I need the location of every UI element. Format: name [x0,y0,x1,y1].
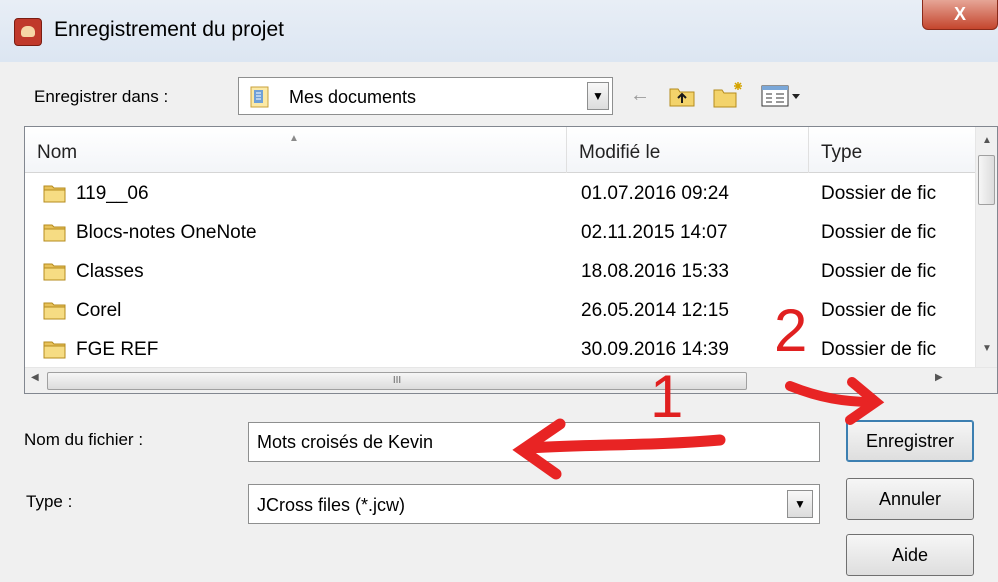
scroll-left-icon[interactable]: ◀ [31,372,39,383]
horizontal-scroll-thumb[interactable]: III [47,372,747,390]
help-button[interactable]: Aide [846,534,974,576]
file-list[interactable]: Nom ▲ Modifié le Type 119__06 01.07.2016 … [24,126,998,394]
folder-icon [43,341,66,359]
file-name: FGE REF [76,339,159,360]
column-header-modified[interactable]: Modifié le [567,127,809,173]
save-in-dropdown[interactable]: Mes documents ▼ [238,77,613,115]
scroll-down-icon[interactable]: ▼ [976,343,997,361]
folder-icon [43,263,66,281]
file-type: Dossier de fic [821,261,937,282]
chevron-down-icon[interactable]: ▼ [587,82,609,110]
folder-icon [43,224,66,242]
save-in-label: Enregistrer dans : [34,87,169,106]
file-type: Dossier de fic [821,339,937,360]
vertical-scroll-thumb[interactable] [978,155,995,205]
file-name: Corel [76,300,122,321]
chevron-down-icon[interactable]: ▼ [787,490,813,518]
file-row[interactable]: 119__06 01.07.2016 09:24 Dossier de fic [25,176,975,212]
filetype-dropdown[interactable]: JCross files (*.jcw) ▼ [248,484,820,524]
save-button[interactable]: Enregistrer [846,420,974,462]
horizontal-scrollbar[interactable]: ◀ III ▶ [25,367,997,393]
file-type: Dossier de fic [821,183,937,204]
file-row[interactable]: Blocs-notes OneNote 02.11.2015 14:07 Dossi… [25,215,975,251]
column-header-type[interactable]: Type [809,127,975,173]
new-folder-icon[interactable] [712,80,744,110]
file-type: Dossier de fic [821,300,937,321]
back-arrow-icon[interactable]: ← [630,80,650,110]
view-menu-icon[interactable] [760,80,804,110]
documents-folder-icon [250,86,269,108]
scroll-up-icon[interactable]: ▲ [976,135,997,153]
annotation-step-2: 2 [774,297,808,364]
up-folder-icon[interactable] [668,80,696,110]
folder-icon [43,185,66,203]
filetype-label: Type : [26,492,73,511]
file-name: Classes [76,261,144,282]
file-modified: 26.05.2014 12:15 [581,300,729,321]
cancel-button[interactable]: Annuler [846,478,974,520]
window-title: Enregistrement du projet [54,18,284,41]
file-row[interactable]: Corel 26.05.2014 12:15 Dossier de fic [25,293,975,329]
file-row[interactable]: Classes 18.08.2016 15:33 Dossier de fic [25,254,975,290]
save-project-dialog: Enregistrement du projet X Enregistrer d… [0,0,998,582]
file-modified: 01.07.2016 09:24 [581,183,729,204]
file-modified: 30.09.2016 14:39 [581,339,729,360]
annotation-step-1: 1 [650,363,684,430]
list-header: Nom ▲ Modifié le Type [25,127,975,173]
file-name: 119__06 [76,183,149,204]
vertical-scrollbar[interactable]: ▲ ▼ [975,127,997,367]
close-button[interactable]: X [922,0,998,30]
scroll-right-icon[interactable]: ▶ [935,372,943,383]
file-modified: 18.08.2016 15:33 [581,261,729,282]
filename-input[interactable] [248,422,820,462]
file-row[interactable]: FGE REF 30.09.2016 14:39 Dossier de fic [25,332,975,368]
folder-icon [43,302,66,320]
file-name: Blocs-notes OneNote [76,222,257,243]
title-bar[interactable]: Enregistrement du projet X [0,0,998,62]
filetype-value: JCross files (*.jcw) [257,495,406,515]
save-in-value: Mes documents [289,87,417,107]
filename-label: Nom du fichier : [24,430,144,449]
file-modified: 02.11.2015 14:07 [581,222,728,243]
sort-ascending-icon: ▲ [289,133,299,144]
app-icon [14,18,42,46]
file-type: Dossier de fic [821,222,937,243]
